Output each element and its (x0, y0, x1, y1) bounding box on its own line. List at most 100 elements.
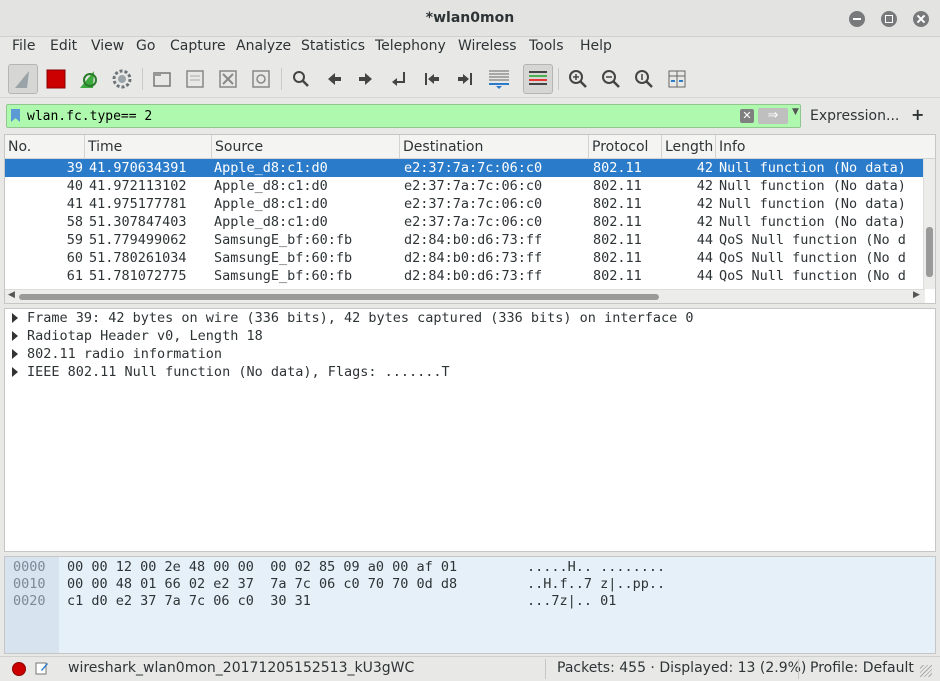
cell-no: 59 (66, 232, 83, 248)
menu-go[interactable]: Go (136, 38, 155, 54)
cell-no: 61 (66, 268, 83, 284)
table-row[interactable]: 40 41.972113102 Apple_d8:c1:d0 e2:37:7a:7c:… (5, 177, 925, 195)
menu-analyze[interactable]: Analyze (236, 38, 291, 54)
go-first-icon[interactable] (417, 64, 447, 94)
tree-item[interactable]: IEEE 802.11 Null function (No data), Fla… (5, 363, 935, 381)
reload-file-icon[interactable] (246, 64, 276, 94)
hex-ascii[interactable]: ...7z|.. 01 (527, 593, 616, 610)
cell-protocol: 802.11 (593, 232, 642, 248)
expand-arrow-icon[interactable] (12, 367, 18, 377)
cell-protocol: 802.11 (593, 268, 642, 284)
cell-source: SamsungE_bf:60:fb (214, 268, 353, 284)
hex-offset[interactable]: 0020 (13, 593, 46, 610)
cell-info: QoS Null function (No d (719, 250, 906, 266)
table-row[interactable]: 58 51.307847403 Apple_d8:c1:d0 e2:37:7a:7c:… (5, 213, 925, 231)
expand-arrow-icon[interactable] (12, 349, 18, 359)
close-icon[interactable] (913, 11, 929, 27)
cell-destination: e2:37:7a:7c:06:c0 (404, 196, 543, 212)
hex-row: 0020 c1 d0 e2 37 7a 7c 06 c0 30 31 ...7z|.… (5, 593, 935, 610)
hex-hex[interactable]: 00 00 48 01 66 02 e2 37 7a 7c 06 c0 70 7… (67, 576, 457, 593)
go-to-packet-icon[interactable] (384, 64, 414, 94)
cell-no: 40 (66, 178, 83, 194)
menu-wireless[interactable]: Wireless (458, 38, 517, 54)
table-row[interactable]: 39 41.970634391 Apple_d8:c1:d0 e2:37:7a:7c:… (5, 159, 925, 177)
hex-ascii[interactable]: .....H.. ........ (527, 559, 665, 576)
hex-offset[interactable]: 0010 (13, 576, 46, 593)
go-back-icon[interactable] (319, 64, 349, 94)
resize-columns-icon[interactable] (662, 64, 692, 94)
main-toolbar (0, 60, 940, 98)
restart-capture-icon[interactable] (74, 64, 104, 94)
menu-file[interactable]: File (12, 38, 35, 54)
display-filter-field[interactable]: ✕ ⇒ ▼ (6, 104, 801, 128)
display-filter-input[interactable] (27, 107, 727, 125)
col-header-protocol[interactable]: Protocol (589, 135, 662, 159)
close-file-icon[interactable] (213, 64, 243, 94)
packet-list-header: No. Time Source Destination Protocol Len… (5, 135, 935, 159)
table-row[interactable]: 59 51.779499062 SamsungE_bf:60:fb d2:84:b0:… (5, 231, 925, 249)
capture-filename: wireshark_wlan0mon_20171205152513_kU3gWC (68, 660, 415, 676)
col-header-no[interactable]: No. (5, 135, 85, 159)
expand-arrow-icon[interactable] (12, 331, 18, 341)
col-header-destination[interactable]: Destination (400, 135, 589, 159)
add-filter-button[interactable]: + (911, 105, 924, 124)
filter-dropdown-icon[interactable]: ▼ (792, 107, 799, 117)
menu-statistics[interactable]: Statistics (301, 38, 365, 54)
go-last-icon[interactable] (450, 64, 480, 94)
stop-capture-icon[interactable] (41, 64, 71, 94)
menu-tools[interactable]: Tools (529, 38, 564, 54)
find-packet-icon[interactable] (286, 64, 316, 94)
menu-capture[interactable]: Capture (170, 38, 226, 54)
capture-comment-icon[interactable] (35, 661, 49, 675)
minimize-icon[interactable] (849, 11, 865, 27)
cell-length: 44 (696, 232, 713, 248)
open-file-icon[interactable] (147, 64, 177, 94)
resize-grip-icon[interactable] (920, 665, 932, 677)
cell-info: Null function (No data) (719, 178, 906, 194)
packet-bytes-pane: 0000 00 00 12 00 2e 48 00 00 00 02 85 09 … (4, 556, 936, 654)
cell-protocol: 802.11 (593, 214, 642, 230)
capture-options-gear-icon[interactable] (107, 64, 137, 94)
expert-info-icon[interactable] (12, 662, 26, 676)
tree-item[interactable]: Frame 39: 42 bytes on wire (336 bits), 4… (5, 309, 935, 327)
apply-filter-icon[interactable]: ⇒ (758, 108, 788, 124)
shark-fin-start-icon[interactable] (8, 64, 38, 94)
menu-telephony[interactable]: Telephony (375, 38, 446, 54)
configuration-profile[interactable]: Profile: Default (810, 660, 914, 676)
save-file-icon[interactable] (180, 64, 210, 94)
hex-hex[interactable]: 00 00 12 00 2e 48 00 00 00 02 85 09 a0 0… (67, 559, 457, 576)
packet-list-vscrollbar[interactable] (923, 159, 935, 289)
zoom-out-icon[interactable] (596, 64, 626, 94)
tree-item[interactable]: Radiotap Header v0, Length 18 (5, 327, 935, 345)
maximize-icon[interactable] (881, 11, 897, 27)
col-header-source[interactable]: Source (212, 135, 400, 159)
table-row[interactable]: 41 41.975177781 Apple_d8:c1:d0 e2:37:7a:7c:… (5, 195, 925, 213)
zoom-reset-icon[interactable] (629, 64, 659, 94)
col-header-time[interactable]: Time (85, 135, 212, 159)
expression-button[interactable]: Expression... (810, 108, 899, 124)
tree-item[interactable]: 802.11 radio information (5, 345, 935, 363)
menu-view[interactable]: View (91, 38, 124, 54)
cell-destination: d2:84:b0:d6:73:ff (404, 232, 543, 248)
table-row[interactable]: 60 51.780261034 SamsungE_bf:60:fb d2:84:b0:… (5, 249, 925, 267)
expand-arrow-icon[interactable] (12, 313, 18, 323)
colorize-icon[interactable] (523, 64, 553, 94)
clear-filter-icon[interactable]: ✕ (740, 109, 754, 123)
cell-info: Null function (No data) (719, 160, 906, 176)
col-header-length[interactable]: Length (662, 135, 716, 159)
hex-offset[interactable]: 0000 (13, 559, 46, 576)
zoom-in-icon[interactable] (563, 64, 593, 94)
menu-edit[interactable]: Edit (50, 38, 77, 54)
title-bar: *wlan0mon (0, 0, 940, 37)
table-row[interactable]: 61 51.781072775 SamsungE_bf:60:fb d2:84:b0:… (5, 267, 925, 285)
autoscroll-icon[interactable] (484, 64, 514, 94)
col-header-info[interactable]: Info (716, 135, 935, 159)
hex-hex[interactable]: c1 d0 e2 37 7a 7c 06 c0 30 31 (67, 593, 311, 610)
cell-destination: e2:37:7a:7c:06:c0 (404, 178, 543, 194)
bookmark-icon[interactable] (11, 109, 20, 122)
status-bar: wireshark_wlan0mon_20171205152513_kU3gWC… (0, 656, 940, 681)
menu-help[interactable]: Help (580, 38, 612, 54)
go-forward-icon[interactable] (351, 64, 381, 94)
packet-list-hscrollbar[interactable]: ◀ ▶ (5, 289, 925, 303)
hex-ascii[interactable]: ..H.f..7 z|..pp.. (527, 576, 665, 593)
